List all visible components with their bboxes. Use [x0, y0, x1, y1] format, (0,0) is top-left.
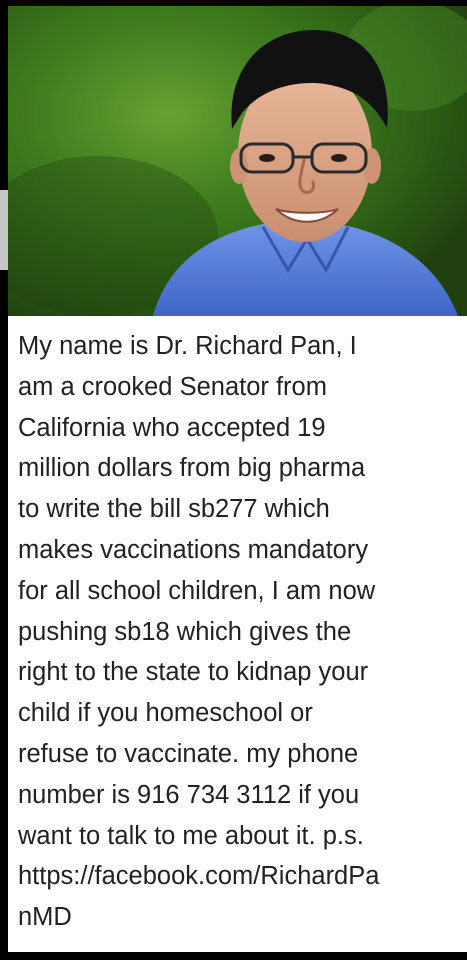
caption-line: My name is Dr. Richard Pan, I [18, 332, 357, 360]
caption-line: number is 916 734 3112 if you [18, 780, 360, 809]
left-ear [230, 148, 248, 184]
caption-line: right to the state to kidnap your [18, 658, 369, 687]
caption-line: million dollars from big pharma [18, 454, 366, 483]
caption-line: pushing sb18 which gives the [18, 617, 352, 646]
caption-line: makes vaccinations mandatory [18, 535, 369, 564]
caption-text: My name is Dr. Richard Pan, I am a crook… [18, 326, 463, 938]
caption-line: to write the bill sb277 which [18, 495, 330, 524]
caption-line: child if you homeschool or [18, 699, 313, 728]
caption-panel: My name is Dr. Richard Pan, I am a crook… [8, 316, 467, 952]
caption-line: want to talk to me about it. p.s. [18, 821, 364, 850]
left-eye [259, 154, 275, 162]
portrait-illustration [8, 6, 467, 316]
bottom-border [0, 952, 467, 960]
portrait-photo [8, 6, 467, 316]
photo-edge-strip [0, 190, 8, 270]
caption-line: California who accepted 19 [18, 413, 326, 442]
caption-line: https://facebook.com/RichardPa [18, 862, 380, 891]
caption-line: for all school children, I am now [18, 576, 376, 605]
caption-line: refuse to vaccinate. my phone [18, 739, 359, 768]
right-eye [331, 154, 347, 162]
caption-line: am a crooked Senator from [18, 372, 327, 401]
caption-line: nMD [18, 903, 72, 932]
meme-frame: My name is Dr. Richard Pan, I am a crook… [0, 0, 467, 960]
